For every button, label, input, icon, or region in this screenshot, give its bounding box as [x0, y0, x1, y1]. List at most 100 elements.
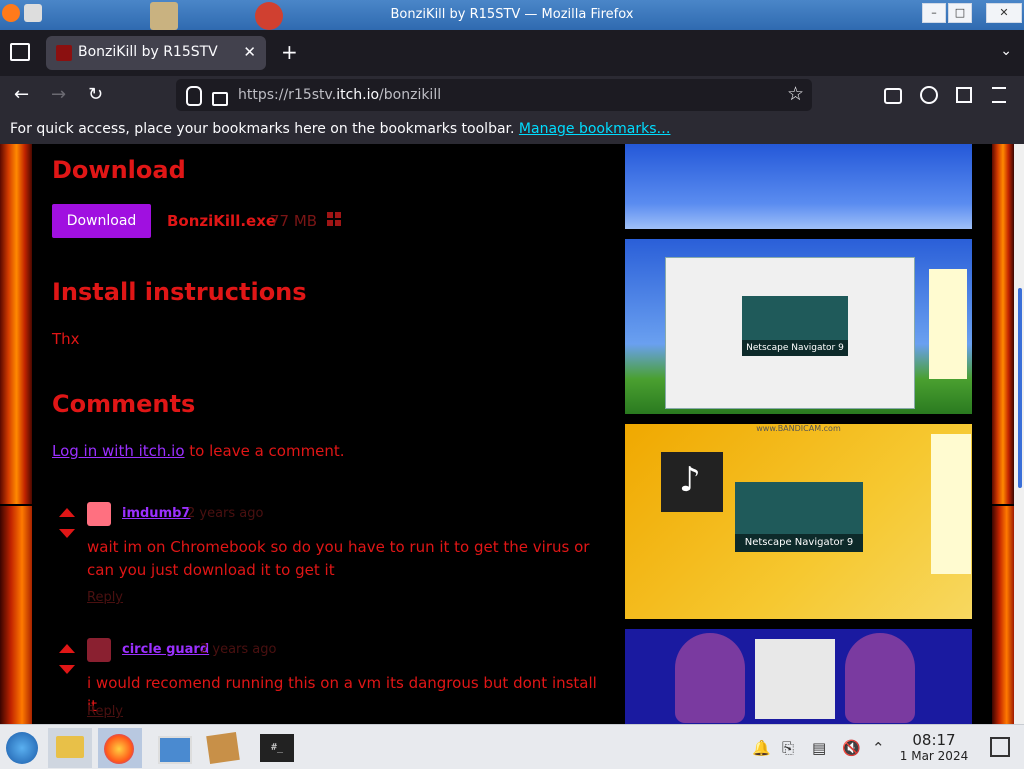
upvote-icon[interactable]	[59, 644, 75, 653]
comment-body: i would recomend running this on a vm it…	[87, 674, 597, 715]
forward-button[interactable]: →	[51, 84, 66, 105]
scrollbar-thumb[interactable]	[1018, 288, 1022, 488]
comments-heading: Comments	[52, 390, 196, 418]
install-text: Thx	[52, 330, 80, 348]
start-orb-icon	[6, 732, 38, 764]
updates-icon[interactable]: ▤	[812, 739, 826, 757]
system-settings-button[interactable]	[150, 728, 194, 768]
file-size: 77 MB	[270, 212, 318, 230]
page-content: Download Download BonziKill.exe 77 MB In…	[0, 144, 1024, 724]
comment-date: 2 years ago	[187, 506, 264, 521]
account-icon[interactable]	[920, 86, 938, 104]
taskbar: #_ 🔔 ⎘ ▤ 🔇 ⌃ 08:17 1 Mar 2024	[0, 724, 1024, 769]
screenshot-sky[interactable]	[625, 144, 972, 229]
new-tab-button[interactable]: +	[281, 40, 298, 64]
clock-date: 1 Mar 2024	[899, 749, 969, 763]
comment-date: 2 years ago	[200, 642, 277, 657]
avatar[interactable]	[87, 502, 111, 526]
start-menu-button[interactable]	[2, 728, 46, 768]
download-button[interactable]: Download	[52, 204, 151, 238]
url-bar[interactable]: https://r15stv.itch.io/bonzikill ☆	[176, 79, 812, 111]
netscape-label: Netscape Navigator 9	[742, 340, 848, 356]
firefox-icon	[104, 734, 134, 764]
upvote-icon[interactable]	[59, 508, 75, 517]
list-all-tabs-chevron-icon[interactable]: ⌄	[1000, 43, 1012, 59]
bonzi-character-icon	[845, 633, 915, 723]
pocket-icon[interactable]	[884, 88, 902, 104]
downvote-icon[interactable]	[59, 665, 75, 674]
tray-expand-chevron-icon[interactable]: ⌃	[872, 739, 885, 757]
window-titlebar[interactable]: BonziKill by R15STV — Mozilla Firefox – …	[0, 0, 1024, 30]
tab-bar: BonziKill by R15STV ✕ + ⌄	[0, 30, 1024, 76]
tab-bonzikill[interactable]: BonziKill by R15STV ✕	[46, 36, 266, 70]
extensions-icon[interactable]	[956, 87, 972, 103]
menu-hamburger-icon[interactable]	[992, 87, 1006, 103]
tab-label: BonziKill by R15STV	[78, 44, 218, 60]
tab-list-icon[interactable]	[10, 43, 30, 61]
bookmark-star-icon[interactable]: ☆	[787, 83, 804, 105]
netscape-logo-icon: Netscape Navigator 9	[742, 296, 848, 356]
media-player-window: ♪	[661, 452, 723, 512]
comment-author[interactable]: imdumb7	[122, 506, 190, 521]
tab-close-icon[interactable]: ✕	[243, 43, 256, 61]
back-button[interactable]: ←	[14, 84, 29, 105]
clipboard-icon[interactable]: ⎘	[782, 739, 794, 757]
netscape-label: Netscape Navigator 9	[735, 534, 863, 552]
bonzi-character-icon	[675, 633, 745, 723]
navigation-toolbar: ← → ↻ https://r15stv.itch.io/bonzikill ☆	[0, 76, 1024, 116]
lock-icon[interactable]	[212, 92, 228, 106]
note-window	[929, 269, 967, 379]
reload-button[interactable]: ↻	[88, 84, 103, 105]
reply-link[interactable]: Reply	[87, 704, 123, 719]
vote-controls	[59, 644, 75, 684]
screenshot-netscape-win8[interactable]: www.BANDICAM.com ♪ Netscape Navigator 9	[625, 424, 972, 619]
terminal-icon: #_	[260, 734, 294, 762]
fire-background-right-lower	[992, 506, 1014, 724]
screenshot-netscape-xp[interactable]: Netscape Navigator 9	[625, 239, 972, 414]
screenshot-bonzi[interactable]	[625, 629, 972, 724]
comment-author[interactable]: circle guard	[122, 642, 209, 657]
dialog-windows	[755, 639, 835, 719]
shield-icon[interactable]	[186, 86, 202, 106]
package-manager-button[interactable]	[202, 728, 246, 768]
bandicam-watermark: www.BANDICAM.com	[756, 424, 841, 433]
firefox-taskbar-button[interactable]	[98, 728, 142, 768]
minimize-button[interactable]: –	[922, 3, 946, 23]
comment-body: wait im on Chromebook so do you have to …	[87, 538, 590, 579]
computer-icon	[158, 736, 192, 764]
downvote-icon[interactable]	[59, 529, 75, 538]
itch-page-body: Download Download BonziKill.exe 77 MB In…	[32, 144, 992, 724]
terminal-button[interactable]: #_	[254, 728, 298, 768]
file-name: BonziKill.exe	[167, 212, 277, 230]
windows-platform-icon	[327, 212, 341, 226]
fire-background-right	[992, 144, 1014, 504]
reply-link[interactable]: Reply	[87, 590, 123, 605]
site-favicon-icon	[56, 45, 72, 61]
manage-bookmarks-link[interactable]: Manage bookmarks…	[519, 121, 671, 137]
close-window-button[interactable]: ✕	[986, 3, 1022, 23]
package-icon	[206, 732, 240, 764]
screenshot-window: Netscape Navigator 9	[665, 257, 915, 409]
clock[interactable]: 08:17 1 Mar 2024	[896, 731, 972, 763]
maximize-button[interactable]: □	[948, 3, 972, 23]
music-note-icon: ♪	[679, 460, 701, 500]
file-manager-button[interactable]	[48, 728, 92, 768]
bookmarks-toolbar: For quick access, place your bookmarks h…	[0, 116, 1024, 144]
folder-icon	[56, 736, 84, 758]
window-title: BonziKill by R15STV — Mozilla Firefox	[390, 7, 634, 22]
fire-background-left	[0, 144, 33, 504]
page-scrollbar[interactable]	[1014, 144, 1024, 724]
notifications-icon[interactable]: 🔔	[752, 739, 771, 757]
note-window	[931, 434, 971, 574]
fire-background-left-lower	[0, 506, 33, 724]
login-link[interactable]: Log in with itch.io	[52, 442, 185, 460]
download-heading: Download	[52, 156, 186, 184]
show-desktop-icon[interactable]	[990, 737, 1010, 757]
login-prompt: Log in with itch.io to leave a comment.	[52, 442, 345, 460]
netscape-logo-icon: Netscape Navigator 9	[735, 482, 863, 552]
url-text[interactable]: https://r15stv.itch.io/bonzikill	[238, 87, 441, 103]
install-heading: Install instructions	[52, 278, 307, 306]
bookmarks-message: For quick access, place your bookmarks h…	[10, 121, 671, 137]
volume-muted-icon[interactable]: 🔇	[842, 739, 861, 757]
avatar[interactable]	[87, 638, 111, 662]
